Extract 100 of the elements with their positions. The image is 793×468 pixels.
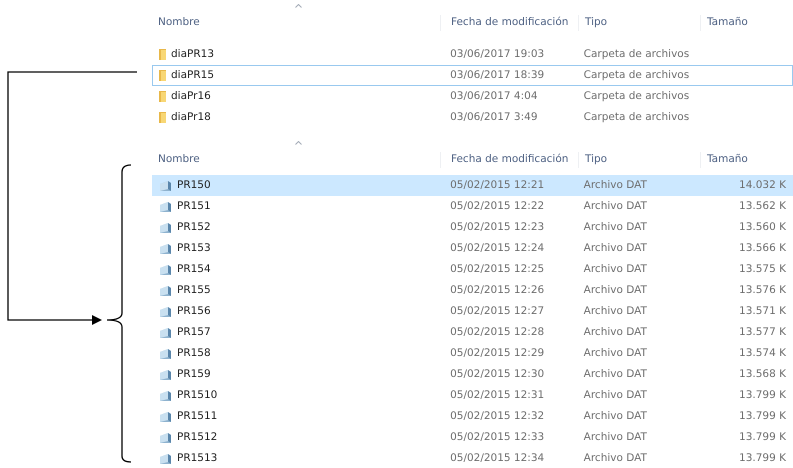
file-row[interactable]: PR1513 05/02/2015 12:34 Archivo DAT 13.799 K <box>152 448 793 468</box>
file-row[interactable]: PR1511 05/02/2015 12:32 Archivo DAT 13.799 K <box>152 406 793 427</box>
sort-caret-icon <box>295 141 302 145</box>
file-name: PR154 <box>177 262 211 277</box>
date-modified: 05/02/2015 12:31 <box>450 388 544 401</box>
date-modified: 05/02/2015 12:32 <box>450 410 544 422</box>
file-icon <box>159 264 173 276</box>
date-modified: 03/06/2017 3:49 <box>450 110 538 123</box>
date-modified: 05/02/2015 12:33 <box>450 430 544 443</box>
file-name: PR153 <box>177 240 211 256</box>
file-row[interactable]: PR1510 05/02/2015 12:31 Archivo DAT 13.799 K <box>152 385 793 406</box>
file-row[interactable]: PR151 05/02/2015 12:22 Archivo DAT 13.562 K <box>152 196 793 217</box>
file-type: Archivo DAT <box>584 368 647 380</box>
file-type: Archivo DAT <box>584 452 647 464</box>
file-size: 13.576 K <box>739 284 786 296</box>
file-row[interactable]: PR1512 05/02/2015 12:33 Archivo DAT 13.799 K <box>152 427 793 448</box>
file-size: 13.560 K <box>739 220 786 233</box>
file-icon <box>159 432 173 444</box>
file-row[interactable]: PR150 05/02/2015 12:21 Archivo DAT 14.032 K <box>152 175 793 196</box>
file-type: Archivo DAT <box>584 346 647 359</box>
file-size: 13.575 K <box>739 262 786 275</box>
date-modified: 05/02/2015 12:22 <box>450 200 544 212</box>
file-row[interactable]: PR153 05/02/2015 12:24 Archivo DAT 13.566 K <box>152 238 793 259</box>
file-row[interactable]: PR158 05/02/2015 12:29 Archivo DAT 13.574 K <box>152 343 793 364</box>
file-name: PR1513 <box>177 450 218 466</box>
date-modified: 05/02/2015 12:28 <box>450 326 544 338</box>
file-row[interactable]: diaPr18 03/06/2017 3:49 Carpeta de archivos <box>152 107 793 128</box>
date-modified: 05/02/2015 12:25 <box>450 262 544 275</box>
file-name: PR1511 <box>177 408 218 424</box>
column-header[interactable]: Tamaño <box>707 153 748 166</box>
date-modified: 03/06/2017 18:39 <box>450 68 544 81</box>
file-icon <box>159 306 173 318</box>
file-type: Archivo DAT <box>584 262 647 275</box>
date-modified: 05/02/2015 12:34 <box>450 452 544 464</box>
file-size: 13.571 K <box>739 304 786 317</box>
file-name: PR159 <box>177 366 211 382</box>
file-size: 13.574 K <box>739 346 786 359</box>
file-icon <box>159 284 173 296</box>
column-header[interactable]: Fecha de modificación <box>451 153 568 166</box>
file-size: 13.577 K <box>739 326 786 338</box>
file-size: 13.799 K <box>739 430 786 443</box>
date-modified: 05/02/2015 12:30 <box>450 368 544 380</box>
column-header[interactable]: Tipo <box>585 16 608 28</box>
file-row[interactable]: diaPR15 03/06/2017 18:39 Carpeta de archivos <box>152 65 793 86</box>
file-name: diaPR15 <box>171 68 214 83</box>
date-modified: 05/02/2015 12:24 <box>450 242 544 254</box>
file-icon <box>159 368 173 380</box>
file-size: 13.799 K <box>739 452 786 464</box>
column-header[interactable]: Nombre <box>158 152 200 168</box>
folder-icon <box>159 70 167 81</box>
file-row[interactable]: PR157 05/02/2015 12:28 Archivo DAT 13.577 K <box>152 322 793 343</box>
file-type: Archivo DAT <box>584 178 647 191</box>
file-row[interactable]: PR159 05/02/2015 12:30 Archivo DAT 13.568 K <box>152 364 793 385</box>
date-modified: 03/06/2017 19:03 <box>450 48 544 60</box>
file-size: 13.799 K <box>739 388 786 401</box>
date-modified: 03/06/2017 4:04 <box>450 90 538 102</box>
file-size: 13.566 K <box>739 242 786 254</box>
file-type: Archivo DAT <box>584 304 647 317</box>
column-header[interactable]: Tipo <box>585 153 608 166</box>
file-type: Archivo DAT <box>584 220 647 233</box>
file-name: PR155 <box>177 282 211 298</box>
file-icon <box>159 390 173 402</box>
folder-icon <box>159 91 167 102</box>
file-type: Archivo DAT <box>584 284 647 296</box>
file-icon <box>159 452 173 464</box>
file-name: diaPr16 <box>171 88 211 104</box>
file-icon <box>159 326 173 338</box>
file-name: PR1510 <box>177 388 218 403</box>
file-size: 14.032 K <box>739 178 786 191</box>
file-type: Carpeta de archivos <box>584 110 690 123</box>
date-modified: 05/02/2015 12:27 <box>450 304 544 317</box>
file-size: 13.799 K <box>739 410 786 422</box>
folder-icon <box>159 49 167 60</box>
file-type: Carpeta de archivos <box>584 90 690 102</box>
file-row[interactable]: PR154 05/02/2015 12:25 Archivo DAT 13.575 K <box>152 259 793 280</box>
date-modified: 05/02/2015 12:21 <box>450 178 544 191</box>
file-name: PR152 <box>177 220 211 235</box>
file-name: PR150 <box>177 178 211 193</box>
file-name: PR157 <box>177 324 211 340</box>
file-row[interactable]: PR155 05/02/2015 12:26 Archivo DAT 13.576 K <box>152 280 793 301</box>
file-row[interactable]: diaPR13 03/06/2017 19:03 Carpeta de archivos <box>152 44 793 65</box>
file-type: Archivo DAT <box>584 388 647 401</box>
file-name: diaPr18 <box>171 110 211 125</box>
file-type: Archivo DAT <box>584 242 647 254</box>
column-header[interactable]: Tamaño <box>707 16 748 28</box>
file-row[interactable]: PR152 05/02/2015 12:23 Archivo DAT 13.560 K <box>152 217 793 238</box>
file-name: PR158 <box>177 346 211 361</box>
column-header[interactable]: Fecha de modificación <box>451 16 568 28</box>
column-header[interactable]: Nombre <box>158 15 200 31</box>
file-size: 13.562 K <box>739 200 786 212</box>
file-icon <box>159 222 173 234</box>
file-row[interactable]: diaPr16 03/06/2017 4:04 Carpeta de archivos <box>152 86 793 107</box>
file-name: PR1512 <box>177 430 218 445</box>
file-row[interactable]: PR156 05/02/2015 12:27 Archivo DAT 13.571 K <box>152 301 793 322</box>
file-icon <box>159 410 173 422</box>
sort-caret-icon <box>295 4 302 8</box>
date-modified: 05/02/2015 12:23 <box>450 220 544 233</box>
file-type: Carpeta de archivos <box>584 48 690 60</box>
folder-icon <box>159 112 167 123</box>
file-name: PR151 <box>177 198 211 214</box>
